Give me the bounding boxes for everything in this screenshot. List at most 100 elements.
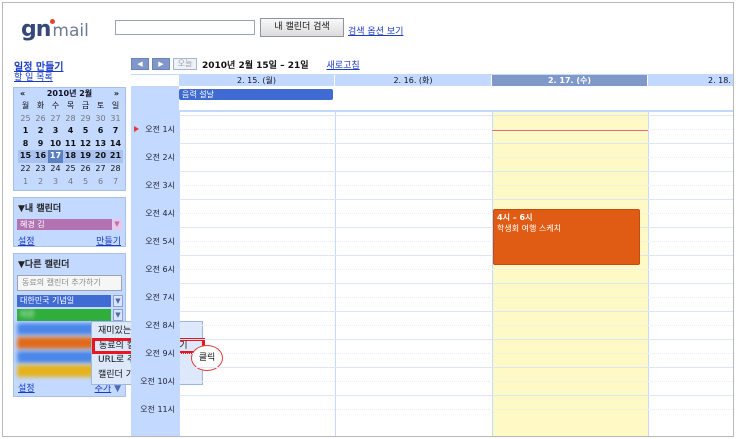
mini-calendar-header: « 2010년 2월 » <box>14 88 125 100</box>
calendar-item-holidays[interactable]: 대한민국 기념일 ▼ <box>17 295 123 307</box>
mini-day[interactable]: 23 <box>33 163 48 176</box>
mini-calendar-prev-button[interactable]: « <box>20 88 25 100</box>
weekday-label: 목 <box>66 101 75 110</box>
mini-day-today[interactable]: 17 <box>48 150 63 163</box>
half-hour-line <box>179 353 733 354</box>
mini-day[interactable]: 28 <box>63 113 78 126</box>
day-header[interactable]: 2. 18. ( <box>648 75 733 86</box>
mini-day[interactable]: 25 <box>63 163 78 176</box>
mini-day[interactable]: 7 <box>108 176 123 189</box>
hour-label: 오전 10시 <box>140 377 175 386</box>
mini-day[interactable]: 30 <box>93 113 108 126</box>
calendar-item-shared[interactable]: 박준 ▼ <box>17 309 123 321</box>
mini-day[interactable]: 1 <box>18 176 33 189</box>
next-week-button[interactable]: ▶ <box>152 58 170 70</box>
create-calendar-link[interactable]: 만들기 <box>96 234 121 247</box>
mini-day[interactable]: 2 <box>33 125 48 138</box>
mini-day[interactable]: 10 <box>48 138 63 151</box>
mini-day[interactable]: 2 <box>33 176 48 189</box>
my-calendars-title[interactable]: ▼내 캘린더 <box>14 198 125 217</box>
refresh-link[interactable]: 새로고침 <box>327 58 360 71</box>
calendar-event[interactable]: 4시 – 6시 학생회 여행 스케치 <box>493 209 640 265</box>
dropdown-arrow-icon: ▼ <box>111 384 121 394</box>
calendar-item-personal[interactable]: 혜경 김 ▼ <box>17 219 122 230</box>
prev-week-button[interactable]: ◀ <box>131 58 149 70</box>
hour-line <box>179 227 733 228</box>
mini-day[interactable]: 24 <box>48 163 63 176</box>
mini-day[interactable]: 20 <box>93 150 108 163</box>
calendar-toolbar: ◀ ▶ 오늘 2010년 2월 15일 – 21일 새로고침 <box>131 57 360 71</box>
mini-day[interactable]: 27 <box>48 113 63 126</box>
day-column[interactable] <box>648 112 733 436</box>
search-my-calendar-button[interactable]: 내 캘린더 검색 <box>260 18 344 37</box>
mini-day[interactable]: 6 <box>93 176 108 189</box>
mini-day[interactable]: 5 <box>78 176 93 189</box>
hour-line <box>179 171 733 172</box>
hour-line <box>179 115 733 116</box>
search-options-link[interactable]: 검색 옵션 보기 <box>348 24 403 37</box>
mini-day[interactable]: 5 <box>78 125 93 138</box>
date-range-label: 2010년 2월 15일 – 21일 <box>202 60 309 71</box>
day-column-today[interactable] <box>492 112 648 436</box>
half-hour-line <box>179 325 733 326</box>
half-hour-line <box>179 381 733 382</box>
chevron-down-icon[interactable]: ▼ <box>112 219 122 230</box>
mini-day[interactable]: 16 <box>33 150 48 163</box>
hour-label: 오전 9시 <box>145 349 175 358</box>
chevron-down-icon[interactable]: ▼ <box>113 309 123 321</box>
mini-day[interactable]: 14 <box>108 138 123 151</box>
mini-day[interactable]: 28 <box>108 163 123 176</box>
mini-day[interactable]: 29 <box>78 113 93 126</box>
mini-day[interactable]: 1 <box>18 125 33 138</box>
add-coworker-calendar-input[interactable]: 동료의 캘린더 추가하기 <box>17 275 122 291</box>
calendar-search-input[interactable] <box>115 20 255 35</box>
mini-day[interactable]: 7 <box>108 125 123 138</box>
mini-day[interactable]: 4 <box>63 176 78 189</box>
mini-day[interactable]: 19 <box>78 150 93 163</box>
weekday-label: 토 <box>96 101 105 110</box>
day-header-today[interactable]: 2. 17. (수) <box>492 75 648 86</box>
mini-calendar-next-button[interactable]: » <box>114 88 119 100</box>
hour-line <box>179 311 733 312</box>
hour-label: 오전 6시 <box>145 265 175 274</box>
mini-day[interactable]: 9 <box>33 138 48 151</box>
mini-day[interactable]: 22 <box>18 163 33 176</box>
add-calendar-link[interactable]: 추가 <box>95 384 112 394</box>
day-header[interactable]: 2. 16. (화) <box>335 75 492 86</box>
other-calendars-title[interactable]: ▼다른 캘린더 <box>14 254 125 273</box>
day-column[interactable] <box>335 112 492 436</box>
all-day-event[interactable]: 음력 설날 <box>179 89 333 100</box>
weekday-label: 월 <box>21 101 30 110</box>
mini-calendar-title: 2010년 2월 <box>46 89 93 98</box>
mini-day[interactable]: 3 <box>48 125 63 138</box>
day-column[interactable] <box>179 112 335 436</box>
mini-day[interactable]: 4 <box>63 125 78 138</box>
mini-day[interactable]: 18 <box>63 150 78 163</box>
logo-suffix: mail <box>52 21 89 41</box>
mini-day[interactable]: 25 <box>18 113 33 126</box>
mini-day[interactable]: 11 <box>63 138 78 151</box>
todo-list-link[interactable]: 할 일 목록 <box>14 70 53 83</box>
my-calendars-settings-link[interactable]: 설정 <box>18 234 35 247</box>
gnmail-logo[interactable]: gn mail <box>21 17 89 43</box>
mini-day[interactable]: 8 <box>18 138 33 151</box>
mini-calendar: « 2010년 2월 » 월 화 수 목 금 토 일 25 26 27 28 2… <box>13 87 126 191</box>
weekday-label: 수 <box>51 101 60 110</box>
mini-day[interactable]: 3 <box>48 176 63 189</box>
mini-day[interactable]: 6 <box>93 125 108 138</box>
other-calendars-settings-link[interactable]: 설정 <box>18 381 35 394</box>
mini-day[interactable]: 21 <box>108 150 123 163</box>
mini-day[interactable]: 13 <box>93 138 108 151</box>
mini-day[interactable]: 27 <box>93 163 108 176</box>
mini-day[interactable]: 12 <box>78 138 93 151</box>
chevron-down-icon[interactable]: ▼ <box>113 295 123 307</box>
mini-day[interactable]: 31 <box>108 113 123 126</box>
mini-day[interactable]: 26 <box>78 163 93 176</box>
half-hour-line <box>179 129 733 130</box>
day-header[interactable]: 2. 15. (월) <box>179 75 335 86</box>
calendar-item-label: 박준 <box>20 310 35 319</box>
today-button[interactable]: 오늘 <box>173 58 197 70</box>
hour-line <box>179 143 733 144</box>
mini-day[interactable]: 26 <box>33 113 48 126</box>
mini-day[interactable]: 15 <box>18 150 33 163</box>
